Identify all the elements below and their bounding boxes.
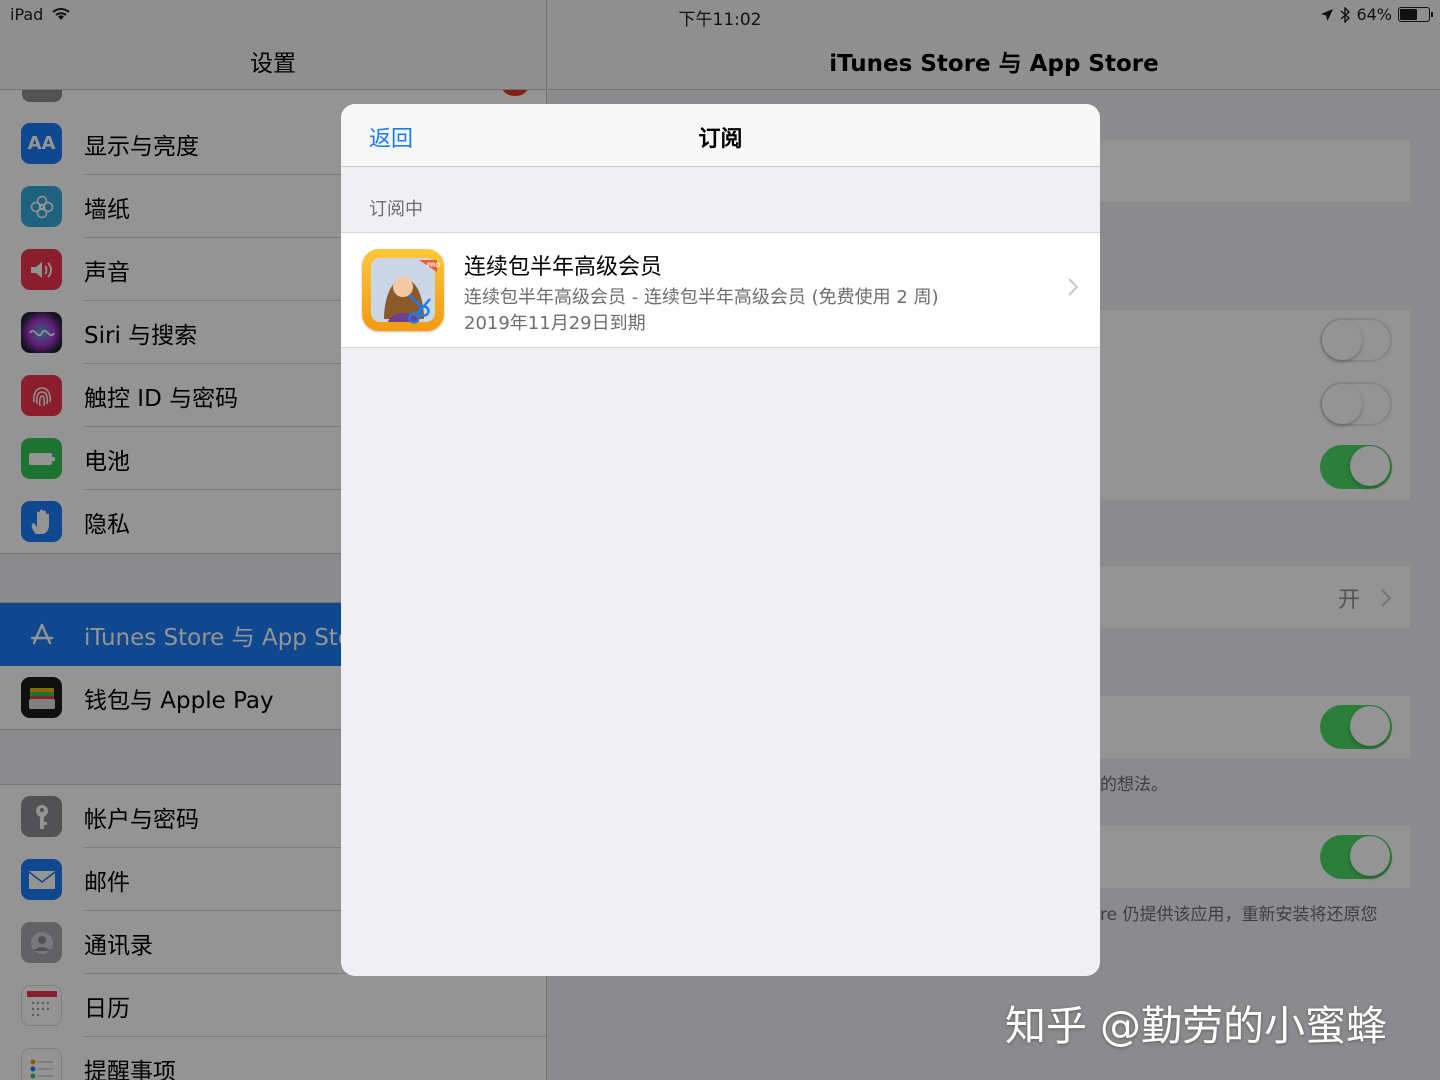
subscription-expiry: 2019年11月29日到期: [464, 313, 646, 334]
bluetooth-icon: [1340, 6, 1351, 23]
subscription-title: 连续包半年高级会员: [464, 255, 663, 280]
subscription-row[interactable]: PRO 连续包半年高级会员 连续包半年高级会员 - 连续包半年高级会员 (免费使…: [341, 232, 1100, 348]
section-header-active: 订阅中: [369, 199, 423, 220]
clock: 下午11:02: [678, 10, 762, 30]
location-icon: [1321, 8, 1334, 21]
battery-status-icon: [1398, 7, 1433, 22]
pro-badge-text: PRO: [427, 263, 440, 269]
status-bar: iPad 下午11:02 64%: [0, 0, 1440, 30]
modal-title: 订阅: [698, 127, 743, 152]
watermark: 知乎 @勤劳的小蜜蜂: [1005, 1002, 1388, 1050]
modal-nav-bar: 返回 订阅: [341, 104, 1100, 167]
chevron-right-icon: [1068, 278, 1079, 296]
battery-percentage: 64%: [1356, 5, 1392, 24]
subscription-description: 连续包半年高级会员 - 连续包半年高级会员 (免费使用 2 周): [464, 287, 939, 308]
app-icon: PRO: [362, 249, 444, 331]
subscriptions-modal: 返回 订阅 订阅中 PRO 连续包半年高级会员 连续包半年高级会员 - 连续包半…: [341, 104, 1100, 976]
